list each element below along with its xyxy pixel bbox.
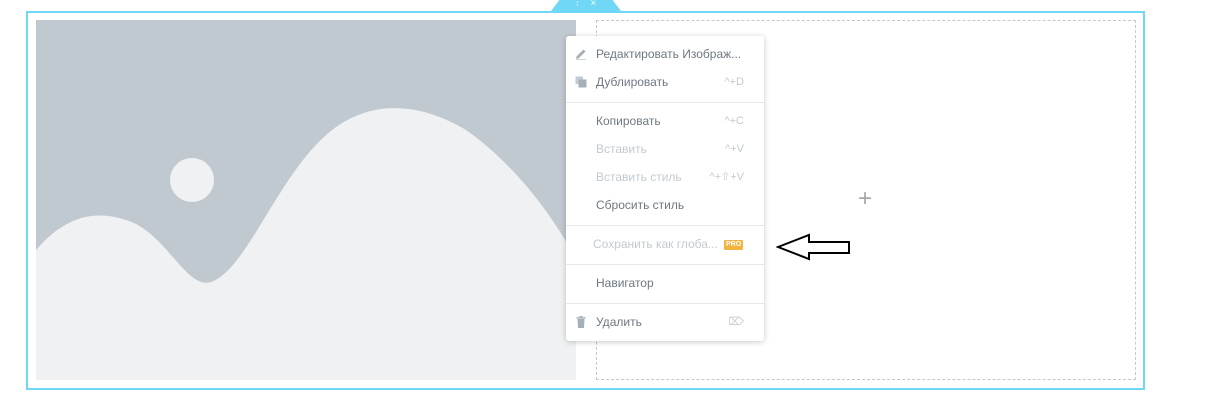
menu-item-label: Редактировать Изображ... [596, 47, 742, 61]
close-icon[interactable]: × [590, 0, 596, 9]
menu-item-label: Удалить [596, 315, 642, 329]
menu-divider [566, 303, 764, 304]
menu-divider [566, 225, 764, 226]
menu-item-paste[interactable]: Вставить ^+V [566, 137, 764, 161]
trash-icon [575, 316, 587, 328]
arrow-left-icon [775, 232, 852, 267]
pencil-icon [575, 48, 587, 60]
menu-item-duplicate[interactable]: Дублировать ^+D [566, 70, 764, 94]
columns-icon[interactable]: ⫶ [576, 0, 579, 9]
image-widget[interactable] [36, 20, 576, 380]
menu-item-save-global[interactable]: Сохранить как глоба... PRO [566, 232, 764, 256]
duplicate-icon [575, 76, 587, 88]
shortcut-label: ^+C [724, 115, 744, 127]
menu-item-label: Копировать [596, 114, 661, 128]
context-menu: Редактировать Изображ... Дублировать ^+D… [566, 36, 764, 341]
image-placeholder-icon [36, 108, 576, 380]
menu-item-reset-style[interactable]: Сбросить стиль [566, 193, 764, 217]
menu-divider [566, 264, 764, 265]
menu-item-label: Вставить стиль [596, 170, 682, 184]
menu-item-label: Сбросить стиль [596, 198, 685, 212]
menu-item-label: Вставить [596, 142, 647, 156]
menu-item-edit-image[interactable]: Редактировать Изображ... [566, 42, 764, 66]
menu-item-paste-style[interactable]: Вставить стиль ^+⇧+V [566, 165, 764, 189]
menu-item-label: Навигатор [596, 276, 654, 290]
menu-item-label: Сохранить как глоба... [593, 237, 718, 251]
menu-item-navigator[interactable]: Навигатор [566, 271, 764, 295]
menu-item-copy[interactable]: Копировать ^+C [566, 109, 764, 133]
section-handle[interactable]: ⫶ × [551, 0, 621, 11]
shortcut-label: ^+D [724, 76, 744, 88]
pro-badge: PRO [724, 240, 744, 250]
shortcut-label: ^+V [725, 143, 744, 155]
menu-item-delete[interactable]: Удалить ⌦ [566, 310, 764, 334]
shortcut-label: ⌦ [728, 316, 744, 328]
menu-item-label: Дублировать [596, 75, 669, 89]
menu-divider [566, 102, 764, 103]
plus-icon[interactable]: + [856, 186, 874, 212]
shortcut-label: ^+⇧+V [709, 171, 744, 183]
